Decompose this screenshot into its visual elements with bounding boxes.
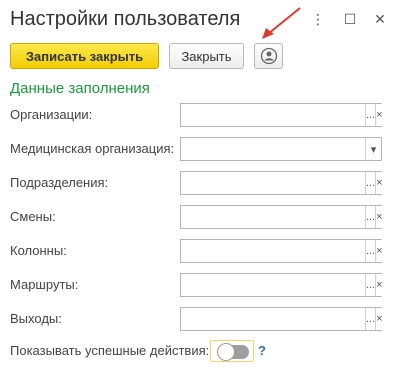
show-success-toggle-row: Показывать успешные действия: ? (10, 340, 310, 362)
select-button[interactable]: ... (365, 206, 376, 228)
field-row-exits: Выходы: ... × (10, 307, 383, 331)
show-success-toggle[interactable] (210, 340, 254, 362)
field-label: Медицинская организация: (10, 141, 175, 156)
clear-button[interactable]: × (375, 240, 383, 262)
medical-organization-input[interactable] (181, 138, 365, 160)
columns-input[interactable] (181, 240, 365, 262)
field-row-organizations: Организации: ... × (10, 103, 383, 127)
clear-button[interactable]: × (375, 274, 383, 296)
clear-button[interactable]: × (375, 172, 383, 194)
maximize-icon[interactable]: ☐ (342, 10, 358, 28)
field-label: Смены: (10, 209, 56, 224)
field-box: ... × (180, 103, 383, 127)
annotation-arrow-icon (262, 7, 301, 39)
field-label: Выходы: (10, 311, 62, 326)
more-options-icon[interactable]: ⋮ (310, 10, 326, 28)
clear-button[interactable]: × (375, 104, 383, 126)
field-row-medical-organization: Медицинская организация: ▾ (10, 137, 382, 161)
dropdown-button[interactable]: ▾ (365, 138, 381, 160)
organizations-input[interactable] (181, 104, 365, 126)
field-label: Подразделения: (10, 175, 109, 190)
window-title: Настройки пользователя (10, 8, 241, 30)
settings-window: Настройки пользователя ⋮ ☐ ✕ Записать за… (0, 0, 400, 370)
select-button[interactable]: ... (365, 308, 376, 330)
clear-button[interactable]: × (375, 206, 383, 228)
field-box: ... × (180, 273, 383, 297)
toggle-label: Показывать успешные действия: (10, 343, 210, 358)
save-close-button[interactable]: Записать закрыть (10, 43, 159, 69)
field-row-routes: Маршруты: ... × (10, 273, 383, 297)
user-settings-button[interactable] (254, 43, 283, 69)
toggle-track (217, 343, 249, 361)
field-box: ... × (180, 239, 383, 263)
field-box: ▾ (180, 137, 382, 161)
field-box: ... × (180, 307, 383, 331)
select-button[interactable]: ... (365, 172, 376, 194)
select-button[interactable]: ... (365, 240, 376, 262)
field-box: ... × (180, 171, 383, 195)
departments-input[interactable] (181, 172, 365, 194)
select-button[interactable]: ... (365, 104, 376, 126)
field-label: Организации: (10, 107, 93, 122)
toggle-knob (217, 343, 235, 361)
field-row-columns: Колонны: ... × (10, 239, 383, 263)
field-label: Колонны: (10, 243, 67, 258)
routes-input[interactable] (181, 274, 365, 296)
field-label: Маршруты: (10, 277, 79, 292)
section-title: Данные заполнения (10, 80, 150, 97)
field-row-shifts: Смены: ... × (10, 205, 383, 229)
field-box: ... × (180, 205, 383, 229)
clear-button[interactable]: × (375, 308, 383, 330)
field-row-departments: Подразделения: ... × (10, 171, 383, 195)
user-circle-icon (260, 47, 277, 65)
exits-input[interactable] (181, 308, 365, 330)
shifts-input[interactable] (181, 206, 365, 228)
close-button[interactable]: Закрыть (169, 43, 244, 69)
close-icon[interactable]: ✕ (372, 10, 388, 28)
help-icon[interactable]: ? (258, 343, 266, 358)
select-button[interactable]: ... (365, 274, 376, 296)
